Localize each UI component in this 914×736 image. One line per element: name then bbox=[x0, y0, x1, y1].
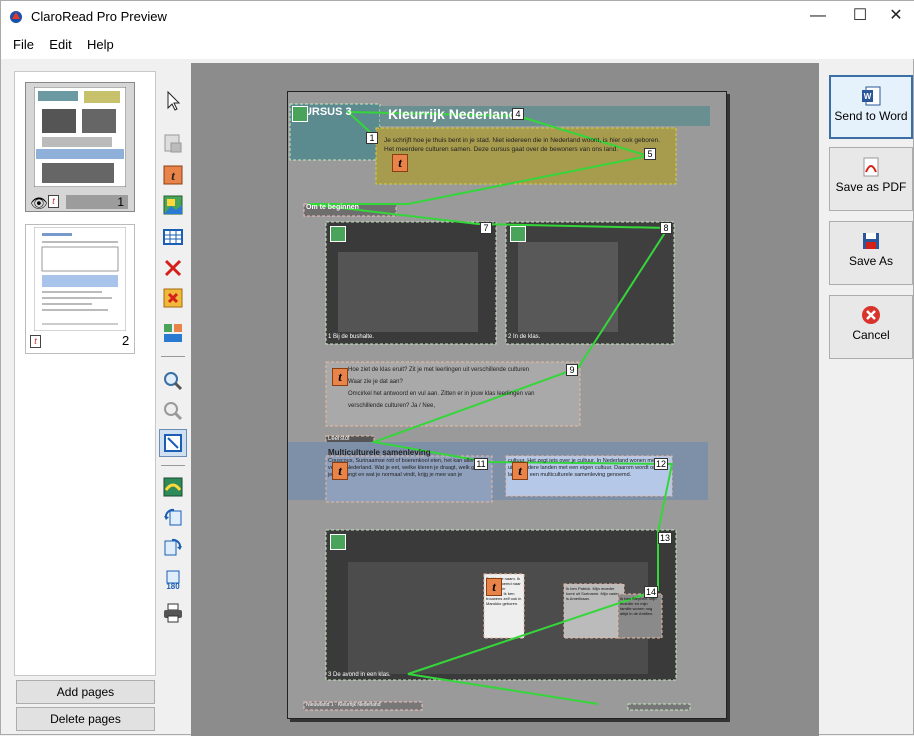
cancel-button[interactable]: Cancel bbox=[829, 295, 913, 359]
send-to-word-label: Send to Word bbox=[834, 109, 908, 123]
remove-region-icon[interactable] bbox=[159, 254, 187, 282]
rotate-180-icon[interactable]: 180 bbox=[159, 565, 187, 593]
section-heading: Om te beginnen bbox=[306, 204, 359, 211]
menu-bar: File Edit Help bbox=[1, 33, 914, 59]
separator bbox=[161, 465, 185, 466]
cancel-label: Cancel bbox=[852, 328, 890, 342]
text-region-icon[interactable]: t bbox=[392, 154, 408, 172]
image-region-icon[interactable] bbox=[510, 226, 526, 242]
photo-caption: 1 Bij de bushalte. bbox=[328, 334, 375, 340]
svg-text:W: W bbox=[864, 92, 872, 101]
zoom-in-icon[interactable] bbox=[159, 367, 187, 395]
title-bar: ClaroRead Pro Preview — ☐ ✕ bbox=[1, 1, 914, 33]
fit-page-icon[interactable] bbox=[159, 429, 187, 457]
svg-text:180: 180 bbox=[166, 582, 180, 590]
text-region-icon[interactable]: t bbox=[332, 462, 348, 480]
section-label: CURSUS 3 bbox=[296, 106, 352, 118]
question-line: Omcirkel het antwoord en vul aan. Zitten… bbox=[348, 391, 535, 397]
text-tag-icon: t bbox=[30, 335, 41, 348]
question-line: verschillende culturen? Ja / Nee, bbox=[348, 403, 436, 409]
region-number-marker[interactable]: 13 bbox=[658, 532, 672, 544]
menu-help[interactable]: Help bbox=[81, 33, 120, 57]
tool-strip: t 180 bbox=[159, 79, 187, 734]
page-footer: Nieuwland 1 · Kleurrijk Nederland bbox=[306, 702, 381, 708]
menu-edit[interactable]: Edit bbox=[43, 33, 77, 57]
region-number-marker[interactable]: 14 bbox=[644, 586, 658, 598]
image-region-icon[interactable] bbox=[330, 534, 346, 550]
window-title: ClaroRead Pro Preview bbox=[31, 9, 167, 24]
app-logo-icon bbox=[10, 11, 22, 23]
text-region-icon[interactable]: t bbox=[486, 578, 502, 596]
save-as-button[interactable]: Save As bbox=[829, 221, 913, 285]
svg-text:t: t bbox=[171, 168, 175, 183]
intro-text: Je schrijft hoe je thuis bent in je stad… bbox=[384, 137, 661, 153]
region-number-marker[interactable]: 8 bbox=[660, 222, 672, 234]
table-region-icon[interactable] bbox=[159, 223, 187, 251]
print-icon[interactable] bbox=[159, 599, 187, 627]
menu-file[interactable]: File bbox=[7, 33, 40, 57]
cancel-icon bbox=[862, 306, 880, 324]
send-to-word-button[interactable]: W Send to Word bbox=[829, 75, 913, 139]
minimize-button[interactable]: — bbox=[795, 1, 841, 33]
body-text-right: cultuur. Het zegt iets over je cultuur. … bbox=[508, 458, 667, 478]
region-number-marker[interactable]: 11 bbox=[474, 458, 488, 470]
remove-all-icon[interactable] bbox=[159, 284, 187, 312]
auto-detect-icon[interactable] bbox=[159, 319, 187, 347]
text-region-icon[interactable]: t bbox=[332, 368, 348, 386]
page-thumbnail[interactable]: 👁 t 1 bbox=[25, 82, 135, 212]
region-number-marker[interactable]: 9 bbox=[566, 364, 578, 376]
word-icon: W bbox=[862, 86, 881, 106]
add-pages-button[interactable]: Add pages bbox=[16, 680, 155, 704]
save-icon bbox=[863, 233, 879, 249]
rotate-left-icon[interactable] bbox=[159, 503, 187, 531]
document-page: CURSUS 3 Kleurrijk Nederland Je schrijft… bbox=[287, 91, 727, 719]
separator bbox=[161, 356, 185, 357]
save-as-pdf-label: Save as PDF bbox=[835, 180, 907, 194]
photo-caption: 3 De avond in een klas. bbox=[328, 672, 391, 678]
region-number-marker[interactable]: 5 bbox=[644, 148, 656, 160]
eye-icon[interactable]: 👁 bbox=[30, 195, 48, 212]
pdf-icon bbox=[863, 157, 879, 177]
text-region-icon[interactable]: t bbox=[159, 161, 187, 189]
page-heading: Kleurrijk Nederland bbox=[388, 106, 518, 122]
save-as-label: Save As bbox=[848, 254, 894, 268]
question-block: Hoe ziet de klas eruit? Zit je met leerl… bbox=[348, 364, 578, 412]
zoom-out-icon[interactable] bbox=[159, 397, 187, 425]
text-region-icon[interactable]: t bbox=[512, 462, 528, 480]
page-thumbnail[interactable]: t 2 bbox=[25, 224, 135, 354]
page-thumbnails-panel: 👁 t 1 t 2 bbox=[14, 71, 156, 676]
page-2-preview bbox=[34, 227, 126, 331]
question-line: Hoe ziet de klas eruit? Zit je met leerl… bbox=[348, 367, 530, 373]
speech-bubble: Ik ben Stephen. Mijn moeder en mijn fami… bbox=[620, 596, 657, 616]
speech-bubble: Ik ben Patrick. Mijn moeder komt uit Sur… bbox=[566, 586, 619, 601]
app-window: ClaroRead Pro Preview — ☐ ✕ File Edit He… bbox=[0, 0, 914, 736]
region-number-marker[interactable]: 4 bbox=[512, 108, 524, 120]
subsection-title: Multiculturele samenleving bbox=[328, 448, 431, 457]
image-region-icon[interactable] bbox=[159, 191, 187, 219]
region-number-marker[interactable]: 1 bbox=[366, 132, 378, 144]
save-as-pdf-button[interactable]: Save as PDF bbox=[829, 147, 913, 211]
delete-region-icon bbox=[159, 129, 187, 157]
region-number-marker[interactable]: 12 bbox=[654, 458, 668, 470]
page-number: 2 bbox=[122, 333, 130, 348]
image-region-icon[interactable] bbox=[292, 106, 308, 122]
pointer-tool-icon[interactable] bbox=[159, 87, 187, 115]
close-button[interactable]: ✕ bbox=[873, 1, 914, 33]
region-number-marker[interactable]: 7 bbox=[480, 222, 492, 234]
delete-pages-button[interactable]: Delete pages bbox=[16, 707, 155, 731]
image-region-icon[interactable] bbox=[330, 226, 346, 242]
rotate-right-icon[interactable] bbox=[159, 533, 187, 561]
question-line: Waar zie je dat aan? bbox=[348, 379, 403, 385]
photo-caption: 2 In de klas. bbox=[508, 334, 541, 340]
body-text-left: Couscous, Surinaamse roti of boerenkool … bbox=[328, 458, 487, 478]
page-1-preview bbox=[34, 87, 126, 187]
enhance-image-icon[interactable] bbox=[159, 473, 187, 501]
page-number: 1 bbox=[66, 195, 128, 209]
document-canvas: CURSUS 3 Kleurrijk Nederland Je schrijft… bbox=[191, 63, 819, 736]
leerstof-label: Leerstof bbox=[328, 436, 350, 442]
text-tag-icon: t bbox=[48, 195, 59, 208]
